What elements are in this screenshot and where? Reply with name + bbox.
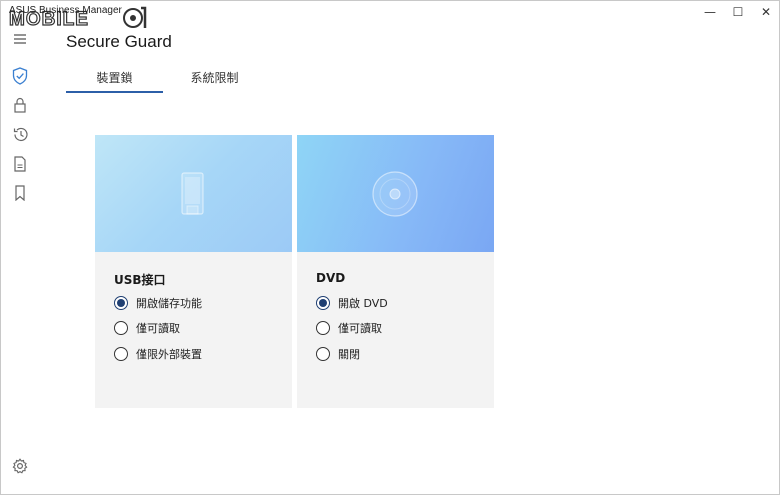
dvd-option-read-only[interactable]: 僅可讀取 — [316, 319, 382, 337]
radio-button[interactable] — [316, 347, 330, 361]
usb-card-title: USB接口 — [114, 273, 166, 287]
minimize-button[interactable]: — — [695, 3, 725, 21]
radio-button[interactable] — [316, 321, 330, 335]
option-label: 僅可讀取 — [338, 322, 382, 335]
title-bar: MOBILE ASUS Business Manager — ☐ ✕ — [1, 1, 780, 30]
radio-button[interactable] — [114, 296, 128, 310]
radio-button[interactable] — [114, 347, 128, 361]
dvd-card-title: DVD — [316, 271, 346, 285]
shield-check-icon[interactable] — [11, 67, 29, 85]
dvd-option-enable[interactable]: 開啟 DVD — [316, 294, 388, 312]
page-title: Secure Guard — [66, 32, 172, 51]
usb-option-external-only[interactable]: 僅限外部裝置 — [114, 345, 202, 363]
usb-option-read-only[interactable]: 僅可讀取 — [114, 319, 180, 337]
usb-drive-icon — [181, 172, 204, 215]
usb-card-banner — [95, 135, 292, 252]
close-button[interactable]: ✕ — [751, 3, 780, 21]
lock-icon[interactable] — [11, 96, 29, 114]
tab-device-lock[interactable]: 裝置鎖 — [66, 61, 163, 93]
history-icon[interactable] — [11, 125, 29, 143]
menu-icon[interactable] — [11, 30, 29, 48]
usb-card: USB接口 開啟儲存功能 僅可讀取 僅限外部裝置 — [95, 135, 292, 408]
maximize-button[interactable]: ☐ — [723, 3, 753, 21]
radio-button[interactable] — [114, 321, 128, 335]
option-label: 開啟儲存功能 — [136, 297, 202, 310]
option-label: 開啟 DVD — [338, 297, 388, 310]
document-icon[interactable] — [11, 155, 29, 173]
radio-button[interactable] — [316, 296, 330, 310]
dvd-card: DVD 開啟 DVD 僅可讀取 關閉 — [297, 135, 494, 408]
tab-bar: 裝置鎖 系統限制 — [66, 61, 306, 95]
usb-option-enable-storage[interactable]: 開啟儲存功能 — [114, 294, 202, 312]
option-label: 僅限外部裝置 — [136, 348, 202, 361]
bookmark-icon[interactable] — [11, 184, 29, 202]
app-title: ASUS Business Manager — [9, 5, 122, 16]
tab-selected-indicator — [66, 91, 163, 93]
tab-system-restrictions[interactable]: 系統限制 — [166, 61, 263, 93]
dvd-option-disable[interactable]: 關閉 — [316, 345, 360, 363]
dvd-card-banner — [297, 135, 494, 252]
gear-icon[interactable] — [11, 457, 29, 475]
app-window: MOBILE ASUS Business Manager — ☐ ✕ Secur… — [0, 0, 780, 495]
disc-icon — [372, 171, 418, 217]
option-label: 關閉 — [338, 348, 360, 361]
option-label: 僅可讀取 — [136, 322, 180, 335]
